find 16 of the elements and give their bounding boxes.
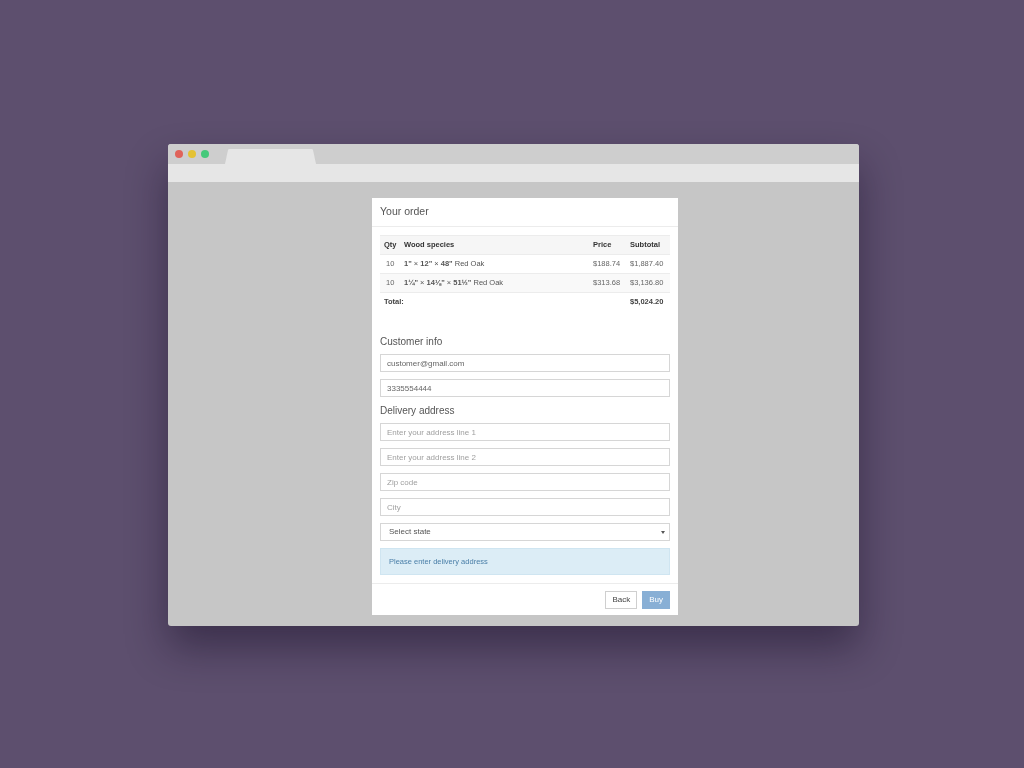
window-control-icon[interactable]	[188, 150, 196, 158]
section-heading: Customer info	[380, 336, 444, 348]
text-field[interactable]: 3335554444	[380, 379, 670, 397]
text-field[interactable]: Enter your address line 1	[380, 423, 670, 441]
text-field[interactable]: Zip code	[380, 473, 670, 491]
card-title: Your order	[380, 204, 429, 220]
text-field[interactable]: Enter your address line 2	[380, 448, 670, 466]
select-field[interactable]: Select state	[380, 523, 670, 541]
window-control-icon[interactable]	[201, 150, 209, 158]
secondary-button[interactable]: Back	[605, 591, 638, 609]
text-field[interactable]: City	[380, 498, 670, 516]
browser-tab[interactable]	[225, 149, 316, 164]
section-heading: Delivery address	[380, 405, 456, 417]
text-field[interactable]: customer@gmail.com	[380, 354, 670, 372]
window-control-icon[interactable]	[175, 150, 183, 158]
caret-icon	[661, 530, 665, 534]
